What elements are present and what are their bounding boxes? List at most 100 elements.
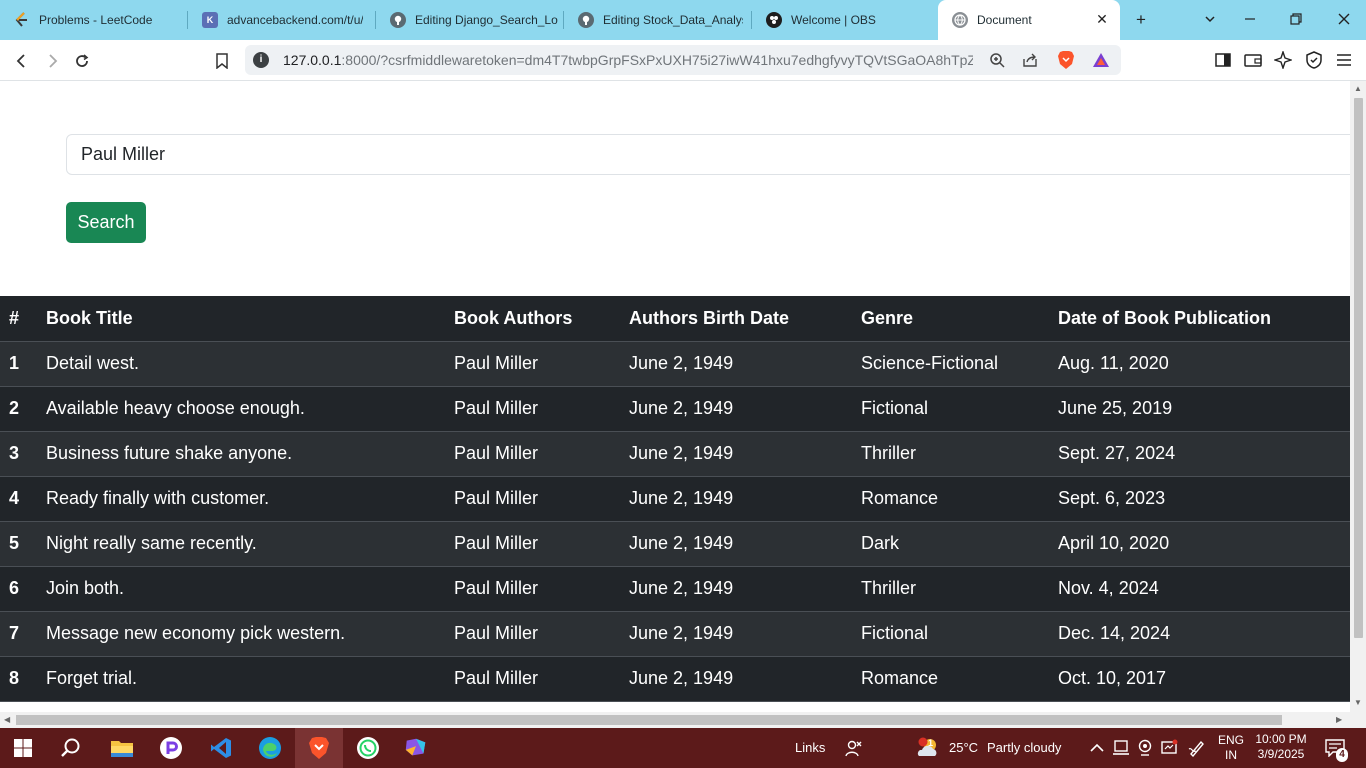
column-header: Book Title (46, 296, 454, 342)
publication-date: Sept. 27, 2024 (1058, 431, 1350, 477)
address-bar[interactable]: i 127.0.0.1:8000/?csrfmiddlewaretoken=dm… (245, 45, 1121, 75)
people-icon[interactable] (841, 735, 867, 761)
vpn-icon[interactable] (1304, 50, 1324, 70)
table-row: 1 Detail west. Paul Miller June 2, 1949 … (0, 341, 1350, 387)
column-header: Date of Book Publication (1058, 296, 1350, 342)
column-header: Authors Birth Date (629, 296, 861, 342)
close-tab-icon[interactable]: ✕ (1094, 11, 1110, 27)
pen-workspace-icon[interactable] (1184, 735, 1210, 761)
share-icon[interactable] (1020, 50, 1040, 70)
zoom-icon[interactable] (987, 50, 1007, 70)
scroll-right-arrow-icon[interactable]: ▶ (1336, 715, 1342, 725)
column-header: # (0, 296, 46, 342)
webcam-icon[interactable] (1132, 735, 1158, 761)
links-toolbar[interactable]: Links (795, 740, 825, 755)
brave-browser-taskbar-icon[interactable] (295, 728, 343, 768)
github-icon (390, 12, 406, 28)
genre: Science-Fictional (861, 341, 1058, 387)
brave-shields-icon[interactable] (1056, 50, 1076, 70)
publication-date: Sept. 6, 2023 (1058, 476, 1350, 522)
genre: Dark (861, 521, 1058, 567)
search-input[interactable] (66, 134, 1350, 175)
author-birth-date: June 2, 1949 (629, 656, 861, 702)
table-row: 2 Available heavy choose enough. Paul Mi… (0, 386, 1350, 432)
leo-ai-icon[interactable] (1273, 50, 1293, 70)
clock[interactable]: 10:00 PM 3/9/2025 (1252, 732, 1310, 762)
sidebar-icon[interactable] (1213, 50, 1233, 70)
publication-date: Aug. 11, 2020 (1058, 341, 1350, 387)
pcloud-app-icon[interactable] (158, 735, 184, 761)
books-table: # Book Title Book Authors Authors Birth … (0, 296, 1350, 702)
book-author: Paul Miller (454, 521, 629, 567)
tab-title: Document (977, 13, 1032, 27)
minimize-icon[interactable] (1240, 10, 1260, 30)
tab-leetcode[interactable]: Problems - LeetCode (0, 0, 188, 40)
microsoft-365-icon[interactable] (403, 735, 429, 761)
system-monitor-icon[interactable] (1156, 735, 1182, 761)
show-hidden-icons-chevron-icon[interactable] (1084, 735, 1110, 761)
brave-rewards-icon[interactable] (1091, 50, 1111, 70)
tab-django-search[interactable]: Editing Django_Search_Lo (376, 0, 564, 40)
column-header: Book Authors (454, 296, 629, 342)
region-code: IN (1225, 748, 1237, 762)
scroll-down-arrow-icon[interactable]: ▼ (1354, 698, 1362, 708)
weather-temperature[interactable]: 25°C (949, 740, 978, 755)
book-author: Paul Miller (454, 476, 629, 522)
book-title: Ready finally with customer. (46, 476, 454, 522)
genre: Romance (861, 476, 1058, 522)
table-row: 6 Join both. Paul Miller June 2, 1949 Th… (0, 566, 1350, 612)
vertical-scroll-thumb[interactable] (1354, 98, 1363, 638)
tab-document[interactable]: Document ✕ (938, 0, 1120, 40)
column-header: Genre (861, 296, 1058, 342)
input-language[interactable]: ENG IN (1216, 733, 1246, 763)
tab-stock-data[interactable]: Editing Stock_Data_Analys (564, 0, 752, 40)
vscode-icon[interactable] (208, 735, 234, 761)
scroll-left-arrow-icon[interactable]: ◀ (4, 715, 10, 725)
url-rest: :8000/?csrfmiddlewaretoken=dm4T7twbpGrpF… (341, 52, 973, 68)
author-birth-date: June 2, 1949 (629, 386, 861, 432)
back-icon[interactable] (11, 50, 33, 72)
file-explorer-icon[interactable] (109, 735, 135, 761)
publication-date: Nov. 4, 2024 (1058, 566, 1350, 612)
whatsapp-icon[interactable] (355, 735, 381, 761)
new-tab-icon[interactable]: + (1131, 10, 1151, 30)
tab-search-chevron-icon[interactable] (1200, 10, 1220, 30)
network-device-icon[interactable] (1108, 735, 1134, 761)
vertical-scrollbar[interactable]: ▲ ▼ (1350, 81, 1366, 712)
genre: Thriller (861, 566, 1058, 612)
book-title: Detail west. (46, 341, 454, 387)
table-row: 4 Ready finally with customer. Paul Mill… (0, 476, 1350, 522)
globe-icon (952, 12, 968, 28)
row-number: 5 (0, 521, 46, 567)
tab-obs[interactable]: Welcome | OBS (752, 0, 938, 40)
author-birth-date: June 2, 1949 (629, 341, 861, 387)
search-icon[interactable] (58, 735, 84, 761)
horizontal-scrollbar[interactable]: ◀ ▶ (0, 712, 1366, 728)
search-button[interactable]: Search (66, 202, 146, 243)
close-window-icon[interactable] (1334, 10, 1354, 30)
forward-icon[interactable] (41, 50, 63, 72)
row-number: 3 (0, 431, 46, 477)
book-title: Night really same recently. (46, 521, 454, 567)
tab-title: Problems - LeetCode (39, 13, 153, 27)
reload-icon[interactable] (71, 50, 93, 72)
row-number: 7 (0, 611, 46, 657)
scroll-up-arrow-icon[interactable]: ▲ (1354, 84, 1362, 94)
bookmark-icon[interactable] (211, 50, 233, 72)
book-author: Paul Miller (454, 386, 629, 432)
obs-icon (766, 12, 782, 28)
horizontal-scroll-thumb[interactable] (16, 715, 1282, 725)
url-text[interactable]: 127.0.0.1:8000/?csrfmiddlewaretoken=dm4T… (283, 52, 973, 68)
leetcode-icon (14, 12, 30, 28)
notification-count-badge: 4 (1336, 748, 1348, 762)
book-title: Forget trial. (46, 656, 454, 702)
restore-icon[interactable] (1286, 10, 1306, 30)
weather-condition[interactable]: Partly cloudy (987, 740, 1061, 755)
wallet-icon[interactable] (1243, 50, 1263, 70)
menu-icon[interactable] (1334, 50, 1354, 70)
edge-icon[interactable] (257, 735, 283, 761)
site-info-icon[interactable]: i (253, 52, 269, 68)
windows-start-icon[interactable] (10, 735, 36, 761)
publication-date: Dec. 14, 2024 (1058, 611, 1350, 657)
tab-advancebackend[interactable]: K advancebackend.com/t/u/ (188, 0, 376, 40)
